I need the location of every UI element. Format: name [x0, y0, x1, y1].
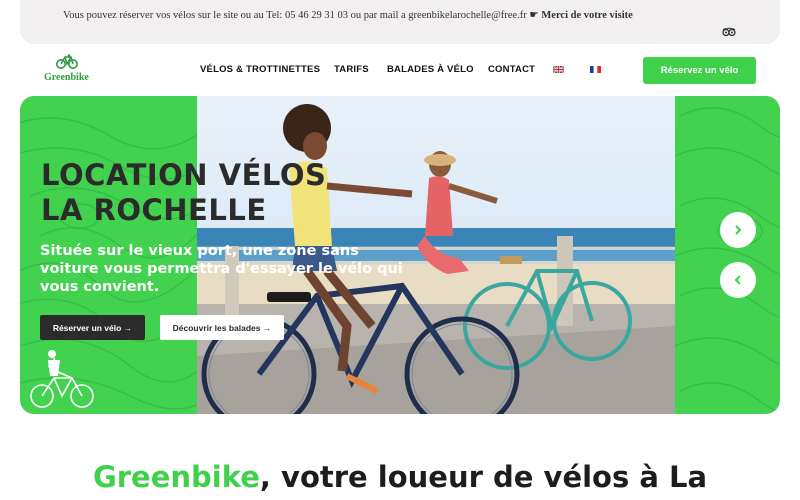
reserve-bike-button[interactable]: Réservez un vélo	[643, 57, 756, 84]
section-headline: Greenbike, votre loueur de vélos à La	[0, 460, 800, 494]
site-logo[interactable]: Greenbike	[44, 54, 94, 86]
thanks-text: Merci de votre visite	[541, 10, 633, 21]
reserve-bike-hero-button[interactable]: Réserver un vélo →	[40, 315, 145, 340]
chevron-left-icon	[734, 275, 741, 285]
logo-text: Greenbike	[44, 72, 89, 83]
site-header: Greenbike VÉLOS & TROTTINETTES TARIFS BA…	[0, 44, 800, 94]
slider-next-button[interactable]	[720, 212, 756, 248]
hero-title-line1: LOCATION VÉLOS	[41, 158, 327, 192]
hero-subtitle: Située sur le vieux port, une zone sans …	[40, 243, 403, 295]
hand-icon: ☛	[529, 10, 539, 21]
hero-title-line2: LA ROCHELLE	[41, 193, 267, 227]
contact-text: Vous pouvez réserver vos vélos sur le si…	[63, 10, 530, 21]
hero-banner: LOCATION VÉLOS LA ROCHELLE Située sur le…	[20, 96, 780, 414]
discover-rides-button[interactable]: Découvrir les balades →	[160, 315, 284, 340]
nav-tarifs[interactable]: TARIFS	[334, 64, 369, 75]
france-flag-icon[interactable]	[590, 66, 601, 73]
slider-prev-button[interactable]	[720, 262, 756, 298]
nav-contact[interactable]: CONTACT	[488, 64, 535, 75]
headline-brand: Greenbike	[92, 460, 260, 494]
hero-title: LOCATION VÉLOS LA ROCHELLE	[41, 158, 326, 228]
nav-balades[interactable]: BALADES À VÉLO	[387, 64, 474, 75]
contact-info: Vous pouvez réserver vos vélos sur le si…	[63, 9, 633, 21]
headline-text: , votre loueur de vélos à La	[259, 460, 708, 494]
cyclist-illustration-icon	[30, 350, 94, 408]
uk-flag-icon[interactable]	[553, 66, 564, 73]
tripadvisor-owl-icon[interactable]	[722, 27, 736, 37]
bike-logo-icon	[56, 54, 78, 69]
top-info-bar: Vous pouvez réserver vos vélos sur le si…	[20, 0, 780, 44]
nav-velos-trottinettes[interactable]: VÉLOS & TROTTINETTES	[200, 64, 320, 75]
chevron-right-icon	[735, 225, 742, 235]
